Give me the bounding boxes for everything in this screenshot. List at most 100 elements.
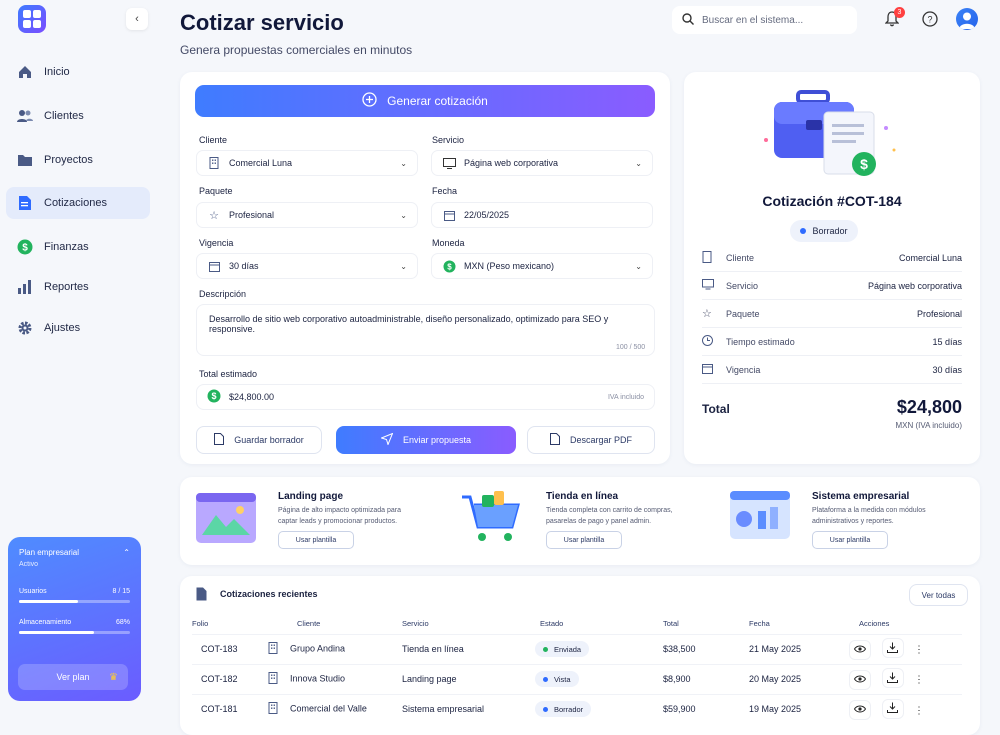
summary-label: Tiempo estimado (726, 336, 795, 347)
search-bar (672, 6, 857, 34)
use-template-button[interactable]: Usar plantilla (812, 531, 888, 549)
view-button[interactable] (849, 700, 871, 720)
sidebar-item-inicio[interactable]: Inicio (6, 56, 150, 88)
storage-progress (19, 631, 130, 634)
descripcion-label: Descripción (199, 289, 247, 299)
status-badge: Vista (535, 671, 579, 687)
status-label: Enviada (554, 644, 582, 654)
calendar-icon (207, 261, 221, 272)
vigencia-value: 30 días (229, 261, 259, 271)
recent-title: Cotizaciones recientes (220, 589, 318, 599)
descripcion-textarea[interactable]: Desarrollo de sitio web corporativo auto… (196, 304, 655, 356)
cliente-select[interactable]: Comercial Luna ⌄ (196, 150, 418, 176)
sidebar-item-proyectos[interactable]: Proyectos (6, 144, 150, 176)
users-icon (16, 107, 34, 125)
save-draft-label: Guardar borrador (234, 435, 304, 445)
use-template-button[interactable]: Usar plantilla (278, 531, 354, 549)
monitor-icon (442, 157, 456, 169)
summary-row-tiempo: Tiempo estimado 15 días (702, 328, 962, 356)
status-label: Borrador (554, 704, 584, 714)
chevron-up-icon[interactable]: ⌃ (123, 548, 130, 557)
download-button[interactable] (881, 698, 904, 719)
actions-cell: ⋮ (849, 663, 962, 694)
vigencia-select[interactable]: 30 días ⌄ (196, 253, 418, 279)
view-all-button[interactable]: Ver todas (909, 584, 968, 606)
svg-text:$: $ (22, 243, 28, 254)
document-icon (196, 587, 207, 604)
fecha-cell: 19 May 2025 (749, 693, 849, 724)
fecha-label: Fecha (432, 186, 458, 196)
cliente-name: Comercial del Valle (290, 703, 367, 714)
save-draft-button[interactable]: Guardar borrador (196, 426, 322, 454)
svg-text:$: $ (211, 391, 216, 401)
download-button[interactable] (881, 668, 904, 689)
storage-label: Almacenamiento (19, 619, 72, 626)
collapse-sidebar-button[interactable]: ‹ (126, 8, 148, 30)
total-cell: $38,500 (663, 633, 749, 664)
summary-label: Paquete (726, 308, 760, 319)
plan-status: Activo (19, 561, 39, 568)
eye-icon (853, 705, 867, 715)
summary-label: Cliente (726, 252, 755, 263)
summary-total-note: MXN (IVA incluido) (895, 421, 962, 430)
users-label: Usuarios (19, 588, 47, 595)
building-icon (207, 157, 221, 169)
template-title: Sistema empresarial (812, 491, 910, 502)
template-desc: Tienda completa con carrito de compras, … (546, 507, 673, 525)
sidebar-item-label: Finanzas (44, 241, 89, 253)
sidebar-item-finanzas[interactable]: $ Finanzas (6, 231, 150, 263)
template-sistema: Sistema empresarial Plataforma a la medi… (728, 487, 968, 563)
dashboard-illustration (728, 487, 792, 547)
more-options-icon[interactable]: ⋮ (914, 645, 924, 656)
sidebar-item-ajustes[interactable]: Ajustes (6, 312, 150, 344)
app-logo[interactable] (18, 5, 46, 33)
more-options-icon[interactable]: ⋮ (914, 675, 924, 686)
fecha-cell: 20 May 2025 (749, 663, 849, 694)
view-button[interactable] (849, 639, 871, 660)
use-template-button[interactable]: Usar plantilla (546, 531, 622, 549)
download-button[interactable] (881, 638, 904, 659)
sidebar-item-clientes[interactable]: Clientes (6, 100, 150, 132)
servicio-label: Servicio (432, 135, 465, 145)
dollar-icon: $ (207, 389, 221, 405)
chevron-down-icon: ⌄ (400, 210, 407, 220)
cliente-cell: Innova Studio (268, 663, 402, 694)
moneda-value: MXN (Peso mexicano) (464, 261, 555, 271)
estado-cell: Enviada (535, 633, 663, 664)
generate-quote-button[interactable]: Generar cotización (195, 85, 655, 117)
send-proposal-button[interactable]: Enviar propuesta (336, 426, 516, 454)
quote-title: Cotización #COT-184 (762, 193, 902, 209)
table-row[interactable]: COT-182 Innova Studio Landing page Vista… (192, 663, 962, 694)
paquete-select[interactable]: ☆ Profesional ⌄ (196, 202, 418, 228)
status-badge: Enviada (535, 641, 590, 657)
more-options-icon[interactable]: ⋮ (914, 705, 924, 716)
crown-icon: ♛ (109, 671, 118, 683)
chevron-left-icon: ‹ (135, 13, 139, 25)
sidebar-item-reportes[interactable]: Reportes (6, 271, 150, 303)
template-desc: Página de alto impacto optimizada para c… (278, 507, 401, 525)
fecha-field[interactable]: 22/05/2025 (431, 202, 653, 228)
calendar-icon (702, 363, 718, 376)
table-header: Folio Cliente Servicio Estado Total Fech… (192, 614, 962, 634)
help-button[interactable]: ? (918, 8, 942, 32)
moneda-select[interactable]: $ MXN (Peso mexicano) ⌄ (431, 253, 653, 279)
chevron-down-icon: ⌄ (635, 158, 642, 168)
summary-total-label: Total (702, 402, 730, 416)
building-icon (268, 672, 278, 686)
view-plan-button[interactable]: Ver plan ♛ (18, 664, 128, 690)
notifications-button[interactable]: 3 (880, 7, 905, 32)
file-icon (549, 433, 560, 447)
view-button[interactable] (849, 669, 871, 690)
total-value: $24,800.00 (229, 392, 275, 402)
table-row[interactable]: COT-183 Grupo Andina Tienda en línea Env… (192, 633, 962, 664)
download-pdf-button[interactable]: Descargar PDF (527, 426, 655, 454)
actions-cell: ⋮ (849, 633, 962, 664)
sidebar-item-cotizaciones[interactable]: Cotizaciones (6, 187, 150, 219)
servicio-select[interactable]: Página web corporativa ⌄ (431, 150, 653, 176)
search-input[interactable] (702, 14, 842, 26)
cliente-name: Grupo Andina (290, 643, 346, 654)
view-plan-label: Ver plan (56, 672, 90, 682)
avatar[interactable] (956, 8, 978, 30)
table-row[interactable]: COT-181 Comercial del Valle Sistema empr… (192, 693, 962, 724)
summary-row-servicio: Servicio Página web corporativa (702, 272, 962, 300)
